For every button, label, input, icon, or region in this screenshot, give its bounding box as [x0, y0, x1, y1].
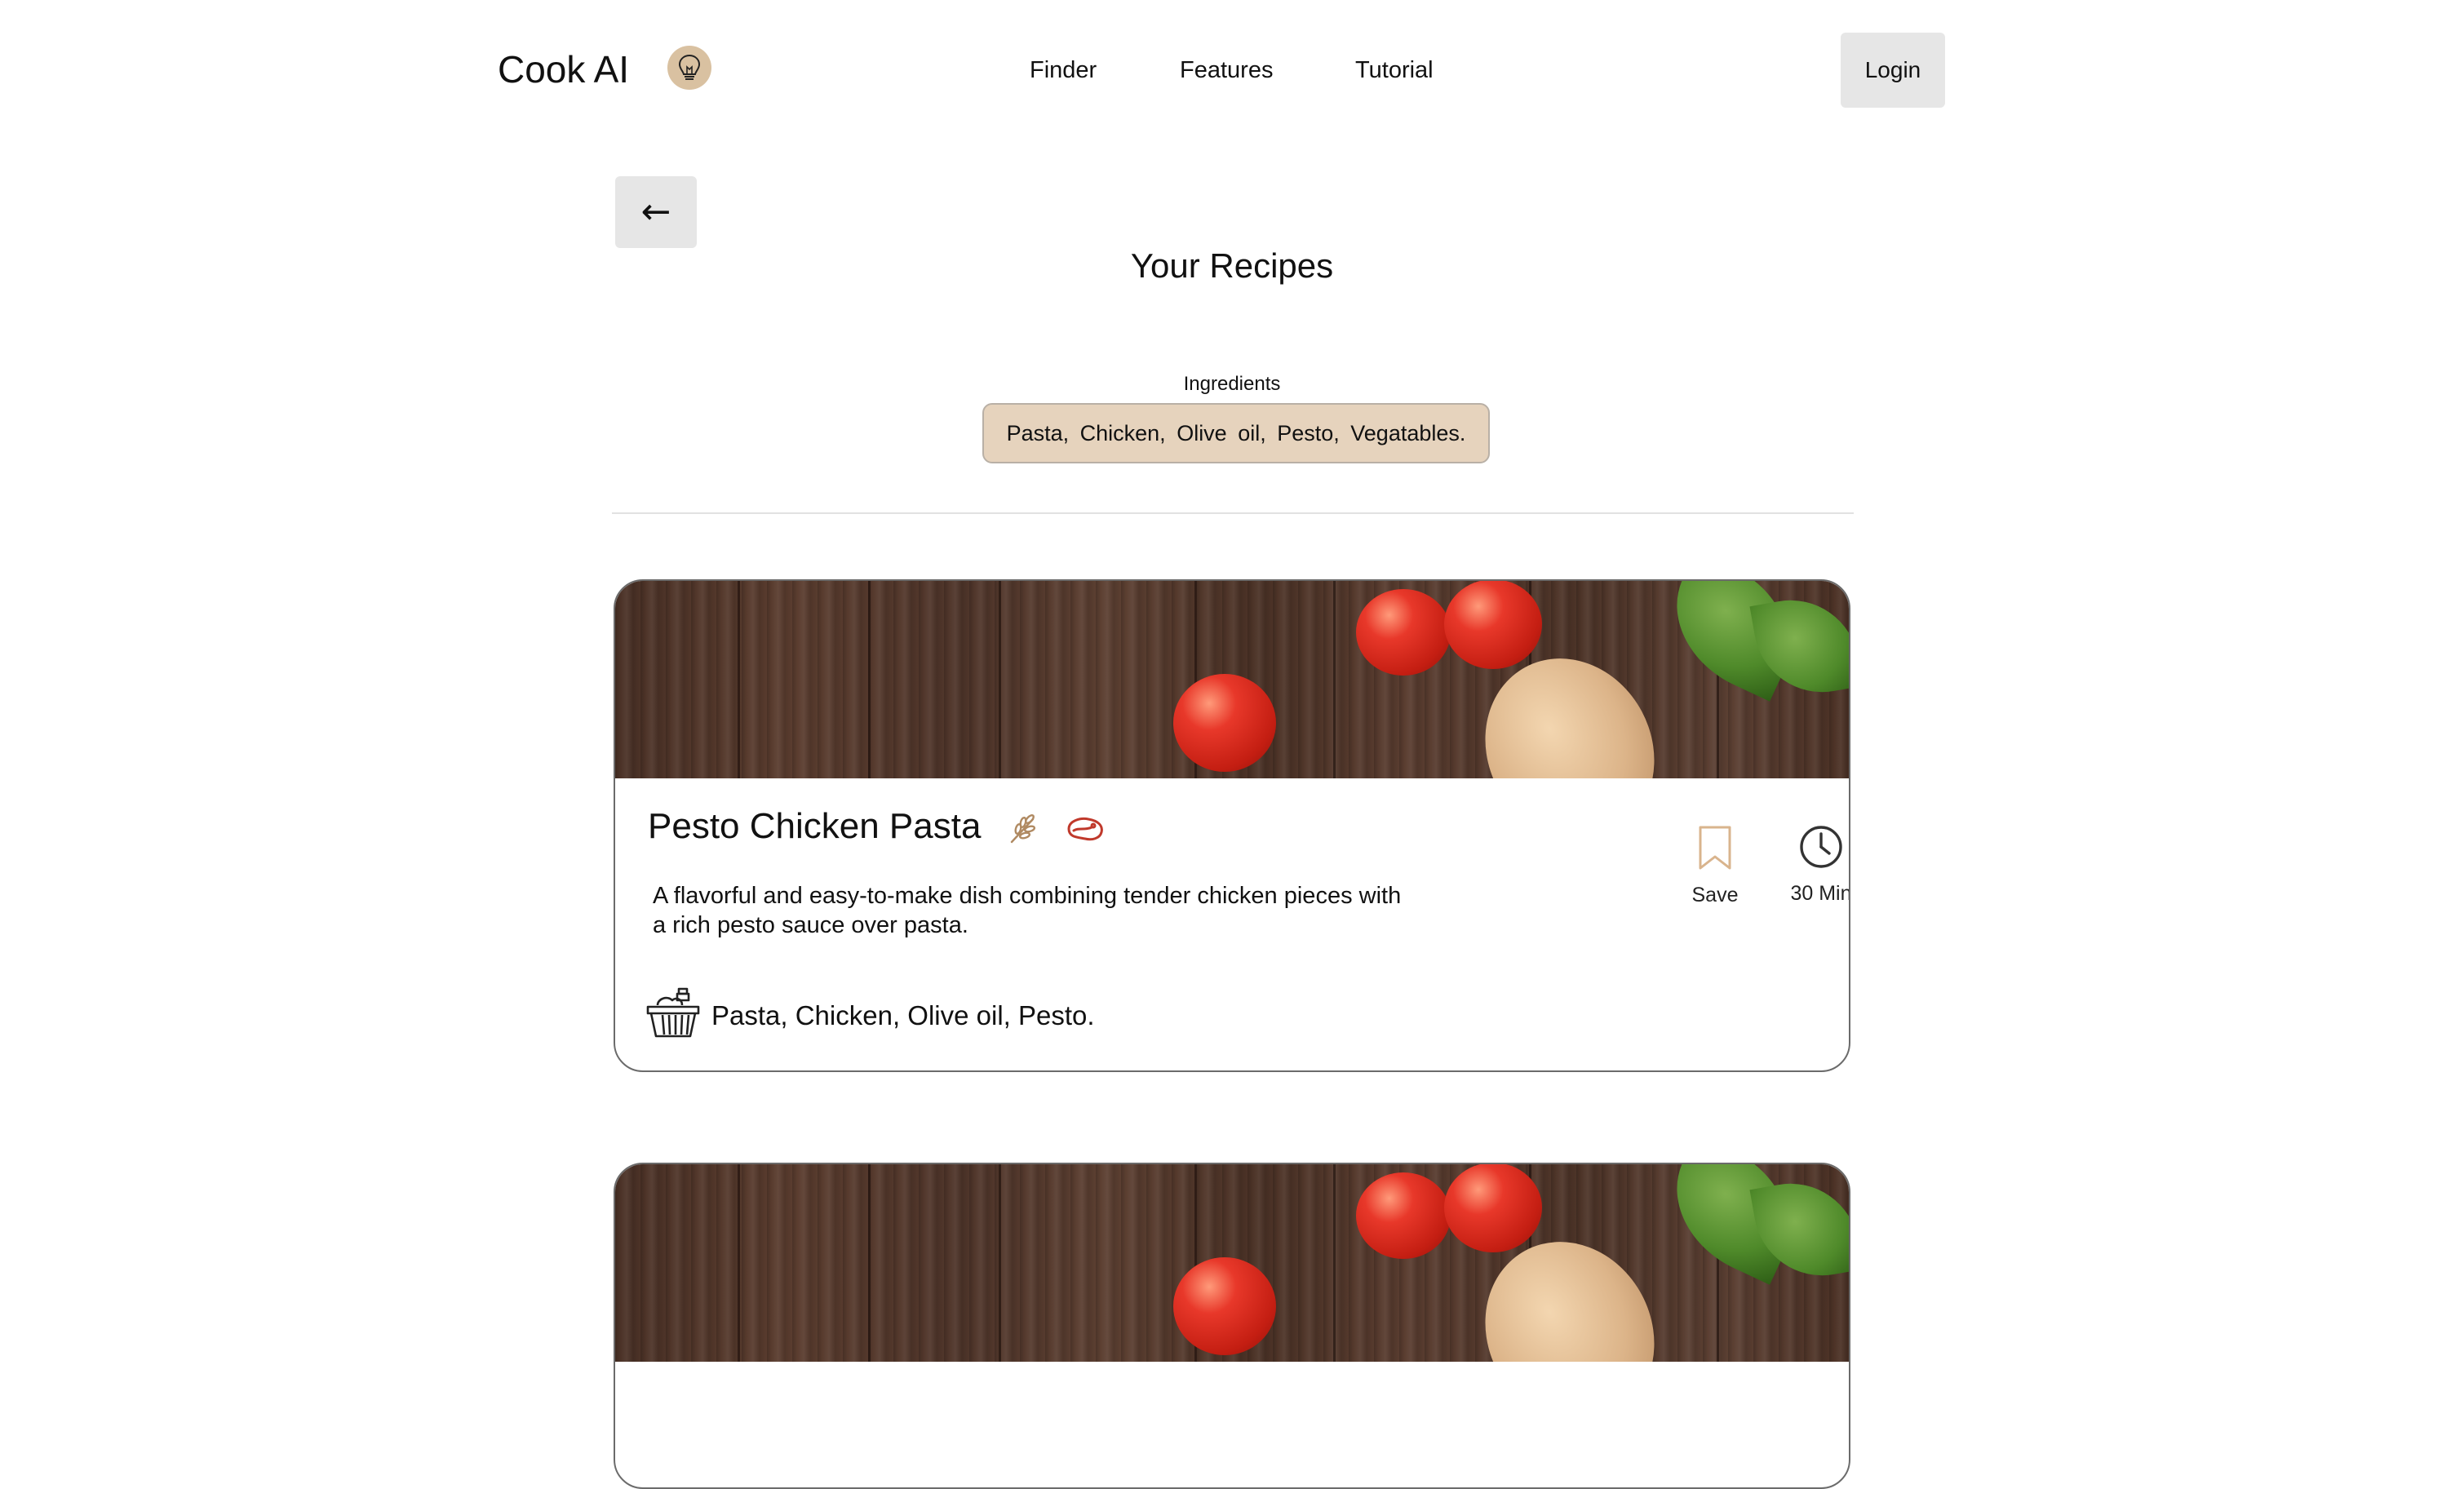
recipe-banner-image	[615, 581, 1849, 778]
clock-icon	[1800, 826, 1842, 868]
divider	[612, 512, 1854, 514]
app-logo-text[interactable]: Cook AI	[498, 47, 629, 91]
nav-features[interactable]: Features	[1180, 57, 1273, 84]
lightbulb-icon	[667, 46, 711, 90]
back-button[interactable]: ←	[615, 176, 697, 248]
recipe-ingredients: Pasta, Chicken, Olive oil, Pesto.	[711, 1000, 1095, 1030]
meat-icon	[1064, 814, 1106, 851]
basket-icon	[646, 987, 700, 1044]
page-title: Your Recipes	[1130, 246, 1334, 285]
recipe-card[interactable]: Pesto Chicken Pasta A flavorful and easy…	[614, 579, 1850, 1072]
cook-time: 30 Min	[1756, 824, 1850, 906]
wheat-icon	[1005, 811, 1041, 851]
nav-tutorial[interactable]: Tutorial	[1355, 57, 1434, 84]
login-button[interactable]: Login	[1841, 33, 1945, 108]
save-button[interactable]: Save	[1682, 824, 1748, 907]
recipe-card[interactable]	[614, 1163, 1850, 1489]
ingredients-label: Ingredients	[1183, 373, 1281, 395]
bookmark-icon	[1699, 826, 1731, 870]
cook-time-label: 30 Min	[1790, 882, 1850, 905]
ingredients-field[interactable]: Pasta, Chicken, Olive oil, Pesto, Vegata…	[982, 403, 1490, 463]
recipe-banner-image	[615, 1164, 1849, 1362]
save-label: Save	[1691, 884, 1739, 906]
recipe-title[interactable]: Pesto Chicken Pasta	[648, 806, 981, 847]
nav-finder[interactable]: Finder	[1030, 57, 1097, 84]
recipe-description: A flavorful and easy-to-make dish combin…	[653, 883, 1402, 938]
